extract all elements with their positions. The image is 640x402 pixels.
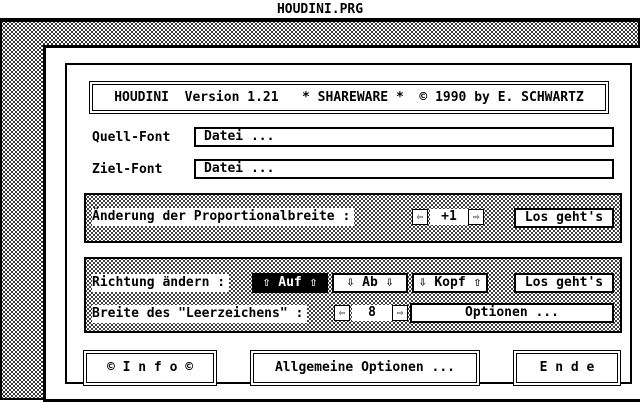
space-increase-arrow-icon[interactable]: ⇨ bbox=[392, 305, 408, 321]
quell-font-label: Quell-Font bbox=[92, 130, 171, 145]
header-banner: HOUDINI Version 1.21 * SHAREWARE * © 199… bbox=[89, 81, 609, 114]
end-button[interactable]: E n d e bbox=[513, 350, 621, 386]
prop-increase-arrow-icon[interactable]: ⇨ bbox=[468, 209, 484, 225]
direction-group: Richtung ändern : ⇧ Auf ⇧ ⇩ Ab ⇩ ⇩ Kopf … bbox=[84, 257, 622, 333]
quell-font-field[interactable]: Datei ... bbox=[194, 127, 614, 147]
quell-font-value: Datei ... bbox=[204, 129, 275, 144]
general-options-button[interactable]: Allgemeine Optionen ... bbox=[250, 350, 480, 386]
window-title: HOUDINI.PRG bbox=[0, 0, 640, 20]
ziel-font-value: Datei ... bbox=[204, 161, 275, 176]
direction-go-button[interactable]: Los geht's bbox=[514, 273, 614, 293]
proportional-width-group: Änderung der Proportionalbreite : ⇦ +1 ⇨… bbox=[84, 193, 622, 243]
prop-value: +1 bbox=[430, 209, 468, 225]
ziel-font-label: Ziel-Font bbox=[92, 162, 163, 177]
direction-label: Richtung ändern : bbox=[92, 274, 230, 292]
space-options-button[interactable]: Optionen ... bbox=[410, 303, 614, 323]
direction-up-button[interactable]: ⇧ Auf ⇧ bbox=[252, 273, 328, 293]
direction-down-button[interactable]: ⇩ Ab ⇩ bbox=[332, 273, 408, 293]
direction-head-button[interactable]: ⇩ Kopf ⇧ bbox=[412, 273, 488, 293]
desktop-background: HOUDINI Version 1.21 * SHAREWARE * © 199… bbox=[0, 20, 640, 402]
prop-decrease-arrow-icon[interactable]: ⇦ bbox=[412, 209, 428, 225]
space-width-value: 8 bbox=[352, 305, 392, 321]
info-button[interactable]: © I n f o © bbox=[83, 350, 217, 386]
header-text: HOUDINI Version 1.21 * SHAREWARE * © 199… bbox=[114, 90, 584, 105]
space-decrease-arrow-icon[interactable]: ⇦ bbox=[334, 305, 350, 321]
main-dialog: HOUDINI Version 1.21 * SHAREWARE * © 199… bbox=[43, 45, 640, 402]
prop-go-button[interactable]: Los geht's bbox=[514, 208, 614, 228]
proportional-width-label: Änderung der Proportionalbreite : bbox=[92, 208, 355, 226]
ziel-font-field[interactable]: Datei ... bbox=[194, 159, 614, 179]
space-width-label: Breite des "Leerzeichens" : bbox=[92, 305, 308, 323]
